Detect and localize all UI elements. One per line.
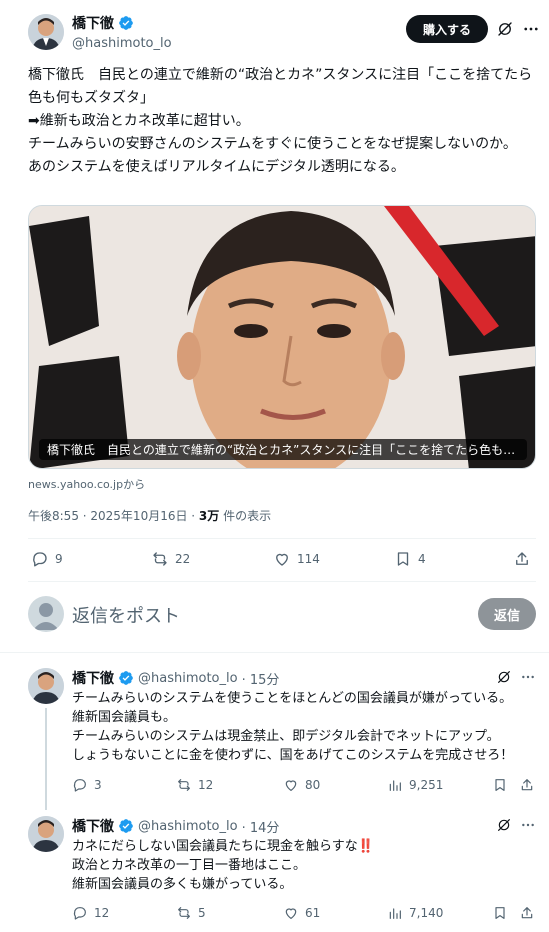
bookmark-icon bbox=[397, 552, 409, 566]
section-divider bbox=[0, 652, 549, 653]
reply-time[interactable]: · 15分 bbox=[242, 669, 280, 688]
divider bbox=[28, 581, 536, 582]
link-card[interactable]: 橋下徹氏 自民との連立で維新の“政治とカネ”スタンスに注目「ここを捨てたら色も何… bbox=[28, 205, 536, 469]
more-icon[interactable] bbox=[522, 20, 540, 38]
more-icon[interactable] bbox=[520, 817, 536, 833]
reply-author-name[interactable]: 橋下徹 bbox=[72, 816, 114, 836]
reply-text: チームみらいのシステムを使うことをほとんどの国会議員が嫌がっている。 維新国会議… bbox=[72, 691, 514, 763]
more-icon[interactable] bbox=[520, 669, 536, 685]
post-text: 橋下徹氏 自民との連立で維新の“政治とカネ”スタンスに注目「ここを捨てたら色も何… bbox=[28, 67, 533, 175]
reply-input[interactable]: 返信をポスト bbox=[72, 602, 180, 628]
views-action[interactable]: 9,251 bbox=[387, 777, 443, 793]
user-avatar bbox=[28, 596, 64, 632]
bookmark-action[interactable] bbox=[492, 777, 508, 793]
reply-count: 3 bbox=[94, 778, 102, 792]
post-timestamp: 午後8:55 · 2025年10月16日 · 3万 件の表示 bbox=[28, 507, 271, 524]
like-action[interactable]: 114 bbox=[273, 550, 320, 568]
author-handle[interactable]: @hashimoto_lo bbox=[72, 36, 372, 51]
buy-button[interactable]: 購入する bbox=[406, 15, 488, 43]
card-source[interactable]: news.yahoo.co.jpから bbox=[28, 476, 145, 492]
repost-action[interactable]: 5 bbox=[176, 905, 206, 921]
share-action[interactable] bbox=[513, 550, 531, 568]
reply-action[interactable]: 3 bbox=[72, 777, 102, 793]
share-icon bbox=[516, 552, 528, 565]
reply-action[interactable]: 9 bbox=[31, 550, 63, 568]
grok-icon[interactable] bbox=[496, 669, 512, 685]
bookmark-icon bbox=[495, 779, 505, 791]
reply-button[interactable]: 返信 bbox=[478, 598, 536, 630]
views-icon bbox=[389, 908, 401, 919]
reply-author-handle[interactable]: @hashimoto_lo bbox=[138, 671, 238, 686]
views-count: 9,251 bbox=[409, 778, 444, 792]
reply-count: 9 bbox=[55, 552, 63, 566]
thread-line bbox=[45, 708, 47, 810]
share-icon bbox=[521, 907, 533, 919]
views-count: 7,140 bbox=[409, 906, 444, 920]
grok-icon[interactable] bbox=[496, 817, 512, 833]
like-icon bbox=[276, 553, 288, 566]
repost-action[interactable]: 22 bbox=[151, 550, 190, 568]
repost-icon bbox=[178, 779, 190, 791]
share-action[interactable] bbox=[519, 905, 535, 921]
author-info: 橋下徹 @hashimoto_lo bbox=[72, 13, 372, 51]
author-name[interactable]: 橋下徹 bbox=[72, 13, 114, 33]
like-count: 61 bbox=[305, 906, 321, 920]
reply-author-name[interactable]: 橋下徹 bbox=[72, 668, 114, 688]
reply-action[interactable]: 12 bbox=[72, 905, 109, 921]
like-count: 114 bbox=[297, 552, 320, 566]
repost-icon bbox=[178, 907, 190, 919]
reply-avatar[interactable] bbox=[28, 816, 64, 852]
bookmark-action[interactable]: 4 bbox=[394, 550, 426, 568]
reply-header: 橋下徹 @hashimoto_lo · 15分 bbox=[72, 668, 279, 688]
share-action[interactable] bbox=[519, 777, 535, 793]
reply-header: 橋下徹 @hashimoto_lo · 14分 bbox=[72, 816, 279, 836]
views-action[interactable]: 7,140 bbox=[387, 905, 443, 921]
repost-count: 5 bbox=[198, 906, 206, 920]
reply-icon bbox=[73, 779, 86, 792]
avatar-image bbox=[28, 14, 64, 50]
repost-count: 12 bbox=[198, 778, 214, 792]
verified-badge-icon bbox=[119, 16, 133, 30]
views-label: 件の表示 bbox=[219, 509, 272, 523]
reply-count: 12 bbox=[94, 906, 110, 920]
author-avatar[interactable] bbox=[28, 14, 64, 50]
share-icon bbox=[521, 779, 533, 791]
like-count: 80 bbox=[305, 778, 321, 792]
reply-text: カネにだらしない国会議員たちに現金を触らすな‼️ 政治とカネ改革の一丁目一番地は… bbox=[72, 839, 374, 892]
verified-badge-icon bbox=[119, 819, 133, 833]
reply-avatar[interactable] bbox=[28, 668, 64, 704]
bookmark-count: 4 bbox=[418, 552, 426, 566]
views-icon bbox=[389, 780, 401, 791]
like-action[interactable]: 80 bbox=[283, 777, 320, 793]
reply-icon bbox=[33, 552, 47, 567]
like-action[interactable]: 61 bbox=[283, 905, 320, 921]
repost-count: 22 bbox=[175, 552, 191, 566]
repost-action[interactable]: 12 bbox=[176, 777, 213, 793]
like-icon bbox=[285, 780, 297, 791]
views-count: 3万 bbox=[198, 509, 220, 523]
bookmark-action[interactable] bbox=[492, 905, 508, 921]
like-icon bbox=[285, 908, 297, 919]
card-caption: 橋下徹氏 自民との連立で維新の“政治とカネ”スタンスに注目「ここを捨てたら色も何… bbox=[39, 439, 527, 460]
verified-badge-icon bbox=[119, 671, 133, 685]
reply-icon bbox=[73, 907, 86, 920]
card-image bbox=[29, 206, 535, 468]
divider bbox=[28, 538, 536, 539]
grok-icon[interactable] bbox=[496, 20, 514, 38]
bookmark-icon bbox=[495, 907, 505, 919]
timestamp-text[interactable]: 午後8:55 · 2025年10月16日 · bbox=[28, 509, 199, 523]
reply-time[interactable]: · 14分 bbox=[242, 817, 280, 836]
reply-author-handle[interactable]: @hashimoto_lo bbox=[138, 819, 238, 834]
repost-icon bbox=[153, 552, 167, 566]
